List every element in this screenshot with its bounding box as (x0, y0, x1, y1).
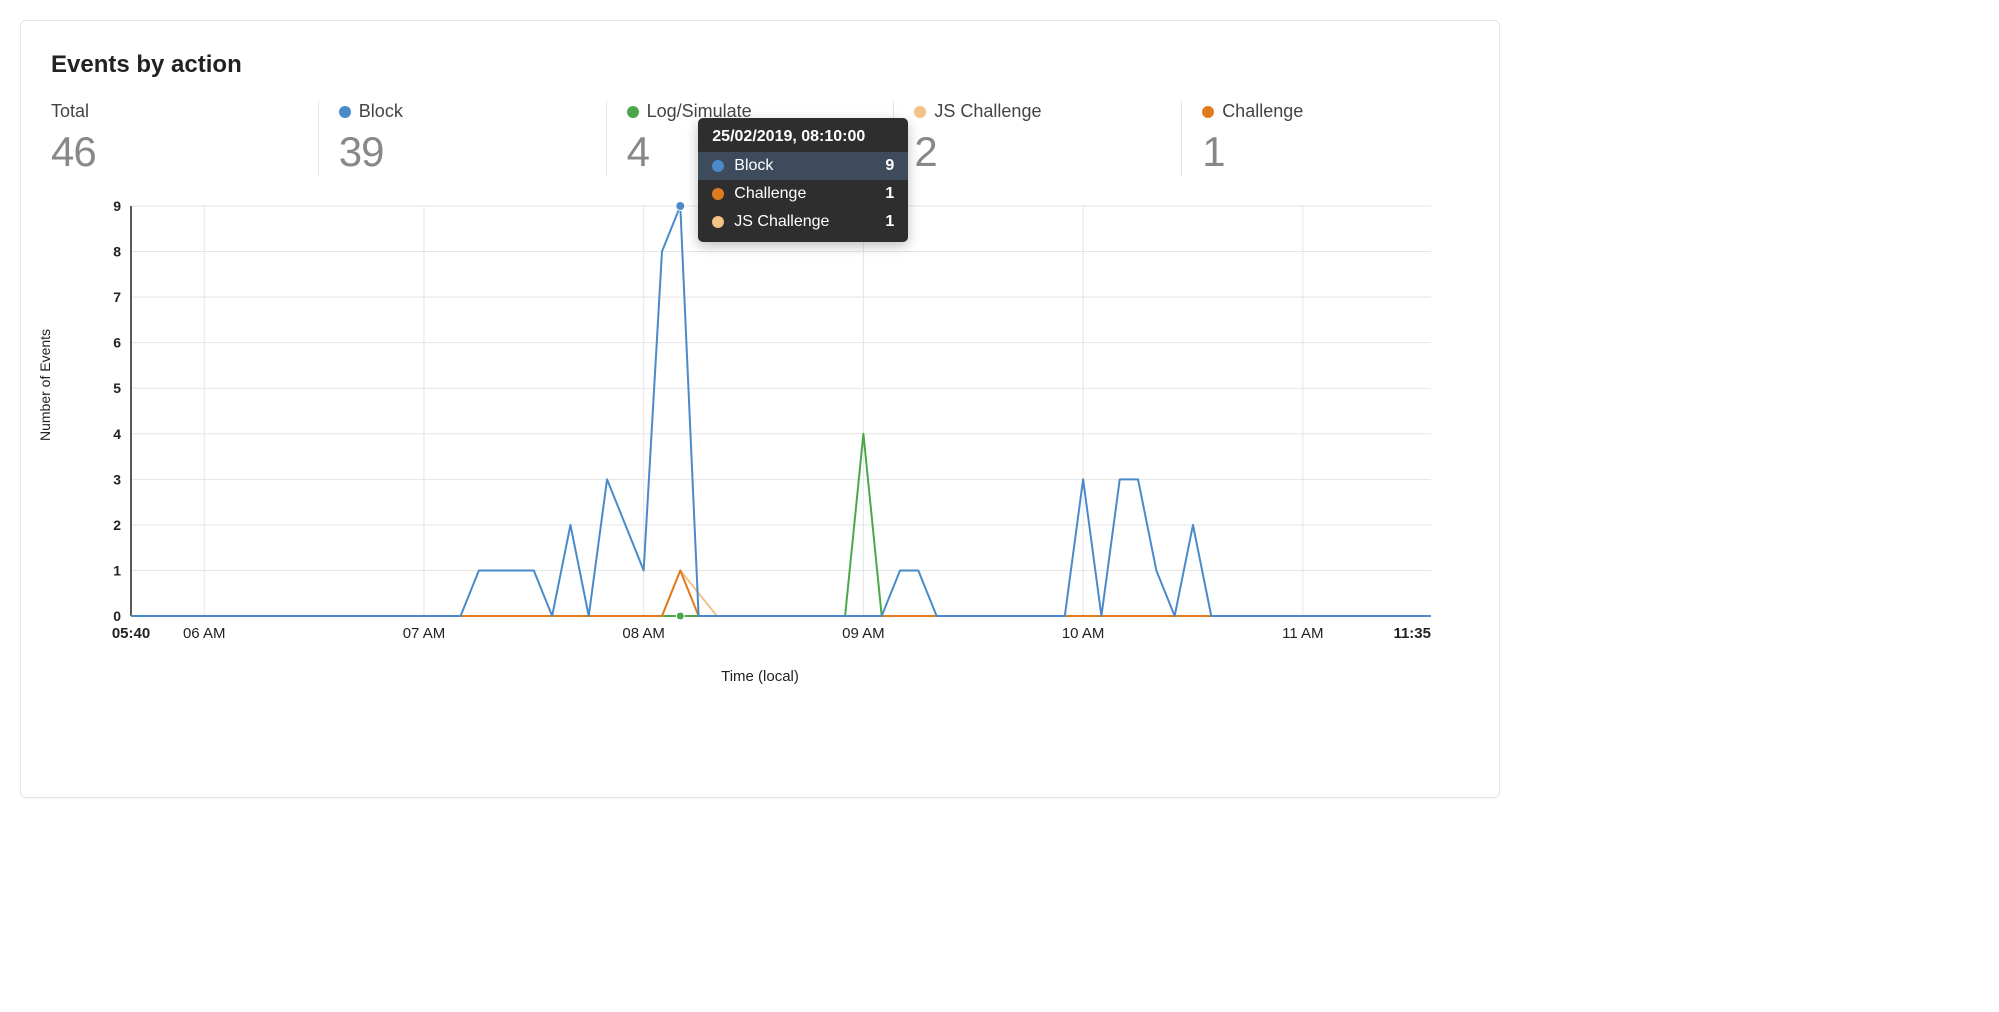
events-line-chart[interactable]: 0 1 2 3 4 5 6 7 8 9 06 AM 07 AM 08 AM 09 AM 10 AM 11 AM… (51, 196, 1451, 656)
stat-block[interactable]: Block 39 (318, 101, 606, 176)
y-axis-label: Number of Events (37, 328, 53, 440)
legend-dot-icon (914, 106, 926, 118)
stat-value: 1 (1202, 128, 1449, 176)
svg-text:11 AM: 11 AM (1282, 625, 1323, 642)
legend-dot-icon (339, 106, 351, 118)
x-axis-label: Time (local) (51, 668, 1469, 685)
stat-js[interactable]: JS Challenge 2 (893, 101, 1181, 176)
svg-text:1: 1 (113, 562, 121, 578)
stat-label: Block (359, 101, 403, 122)
tooltip-value: 9 (885, 157, 894, 175)
legend-dot-icon (627, 106, 639, 118)
legend-dot-icon (712, 188, 724, 200)
stat-total[interactable]: Total 46 (51, 101, 318, 176)
svg-text:11:35: 11:35 (1393, 625, 1431, 642)
svg-text:10 AM: 10 AM (1062, 625, 1105, 642)
stat-challenge[interactable]: Challenge 1 (1181, 101, 1469, 176)
stat-value: 39 (339, 128, 586, 176)
chart-area: Number of Events 012345678906 AM07 AM08 … (51, 196, 1469, 685)
svg-text:2: 2 (113, 517, 121, 533)
stat-label: JS Challenge (934, 101, 1041, 122)
tooltip-label: JS Challenge (734, 213, 873, 231)
legend-dot-icon (1202, 106, 1214, 118)
tooltip-row: JS Challenge 1 (698, 208, 908, 236)
tooltip-header: 25/02/2019, 08:10:00 (698, 128, 908, 152)
svg-text:06 AM: 06 AM (183, 625, 226, 642)
tooltip-row: Challenge 1 (698, 180, 908, 208)
svg-text:5: 5 (113, 380, 121, 396)
tooltip-value: 1 (885, 213, 894, 231)
svg-text:07 AM: 07 AM (403, 625, 446, 642)
svg-text:0: 0 (113, 608, 121, 624)
svg-text:6: 6 (113, 335, 121, 351)
tooltip-row: Block 9 (698, 152, 908, 180)
svg-text:8: 8 (113, 244, 121, 260)
chart-tooltip: 25/02/2019, 08:10:00 Block9Challenge1JS … (698, 118, 908, 242)
tooltip-label: Challenge (734, 185, 873, 203)
legend-dot-icon (712, 160, 724, 172)
legend-dot-icon (712, 216, 724, 228)
card-title: Events by action (51, 51, 1469, 79)
svg-text:08 AM: 08 AM (622, 625, 665, 642)
svg-text:09 AM: 09 AM (842, 625, 885, 642)
stat-label: Total (51, 101, 89, 122)
tooltip-value: 1 (885, 185, 894, 203)
svg-text:3: 3 (113, 471, 121, 487)
tooltip-label: Block (734, 157, 873, 175)
stat-value: 2 (914, 128, 1161, 176)
events-card: Events by action Total46Block39Log/Simul… (20, 20, 1500, 798)
svg-text:4: 4 (113, 426, 121, 442)
svg-text:9: 9 (113, 198, 121, 214)
svg-text:05:40: 05:40 (112, 625, 150, 642)
stat-label: Challenge (1222, 101, 1303, 122)
svg-text:7: 7 (113, 289, 121, 305)
stat-value: 46 (51, 128, 298, 176)
